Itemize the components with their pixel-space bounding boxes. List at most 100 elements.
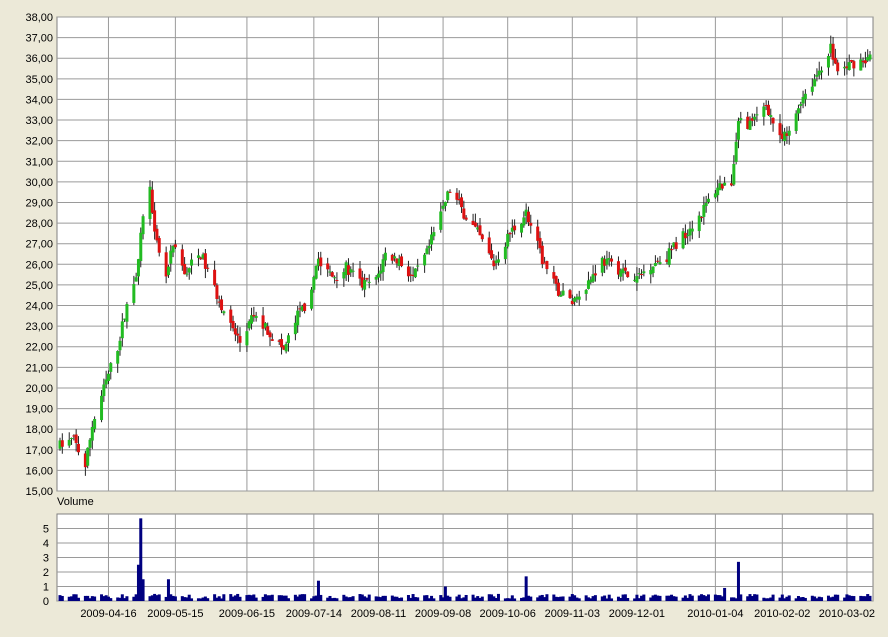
candle [626,271,630,278]
volume-bar [141,579,145,601]
volume-bar [383,595,387,601]
volume-bar [739,594,743,601]
candle-body [755,114,759,116]
x-tick-label: 2009-12-01 [609,608,665,620]
price-y-tick-label: 30,00 [25,177,53,189]
volume-bar [529,596,533,601]
volume-bar [626,598,630,601]
volume-bar [593,595,597,601]
candle-body [734,141,738,162]
candle-body [215,285,219,300]
candle [310,287,314,311]
candle-body [303,303,307,312]
price-y-tick-label: 32,00 [25,136,53,148]
candle-body [460,197,464,208]
candle-body [656,260,660,262]
candle-body [116,351,120,364]
volume-bar [238,596,242,601]
volume-bar [642,594,646,601]
candle-body [803,93,807,100]
candle-body [416,265,420,267]
candle-body [448,191,452,193]
volume-bar [335,598,339,601]
volume-bar [206,598,210,601]
candle-body [623,267,627,271]
candle-body [166,266,170,276]
candle-body [496,259,500,263]
candle-body [100,395,104,421]
volume-bar [803,597,807,601]
volume-bar [319,594,323,601]
candle-body [810,86,814,92]
candle-body [794,113,798,131]
candle-body [836,62,840,72]
price-y-tick-label: 16,00 [25,465,53,477]
candle-body [314,265,318,279]
price-y-tick-label: 34,00 [25,94,53,106]
candle-body [670,249,674,251]
volume-y-tick-label: 3 [43,553,49,565]
candle-body [76,443,80,453]
candle-body [642,271,646,274]
volume-bar [432,598,436,601]
candle-body [820,70,824,73]
candle [568,288,572,300]
candle-body [787,130,791,136]
candle-body [852,61,856,69]
price-y-tick-label: 23,00 [25,321,53,333]
candle-body [220,299,224,311]
candle-body [296,310,300,326]
x-tick-label: 2010-03-02 [819,608,875,620]
volume-bar [836,594,840,601]
candle-body [702,204,706,217]
candle-body [610,258,614,262]
candle-body [556,282,560,296]
candle-body [157,238,161,253]
candle-body [141,216,145,235]
volume-bar [60,595,64,601]
candle-body [74,434,78,444]
stock-chart: 15,00 16,00 17,00 18,00 19,00 20,00 21,00 22,00… [0,0,888,632]
x-tick-label: 2009-08-11 [351,608,406,620]
candle-body [480,234,484,240]
candle-body [93,419,97,430]
volume-bar [868,595,872,601]
x-tick-label: 2009-10-06 [480,608,536,620]
candle-body [376,273,380,278]
volume-bar [400,597,404,601]
volume-bar [351,596,355,601]
candle-body [270,339,274,341]
x-tick-labels: 2009-04-16 2009-05-15 2009-06-15 2009-07-14… [80,608,875,620]
volume-bar [690,595,694,601]
candle-body [118,340,122,351]
candle-body [153,210,157,232]
volume-y-tick-label: 5 [43,524,49,536]
candle-body [335,279,339,281]
candle-body [393,256,397,259]
price-y-tick-label: 19,00 [25,404,53,416]
candle-body [584,290,588,294]
candle-body [637,273,641,275]
candle-body [351,270,355,272]
candle-body [190,259,194,266]
price-y-tick-label: 38,00 [25,12,53,24]
volume-bar [513,598,517,601]
candle-body [70,438,74,440]
candle-body [868,54,872,60]
volume-bar [771,594,775,601]
candle-body [704,202,708,207]
volume-bar [448,596,452,601]
candle-body [778,123,782,136]
candle-body [593,273,597,276]
x-tick-label: 2009-09-08 [415,608,471,620]
candle-body [577,296,581,300]
volume-bar [480,596,484,601]
candle-body [674,242,678,249]
volume-bar [416,597,420,601]
volume-bar [270,594,274,601]
x-tick-label: 2009-06-15 [219,608,275,620]
price-plot-area [56,16,874,492]
volume-bar [254,597,258,601]
candle-body [120,321,124,339]
candle-body [236,333,240,336]
